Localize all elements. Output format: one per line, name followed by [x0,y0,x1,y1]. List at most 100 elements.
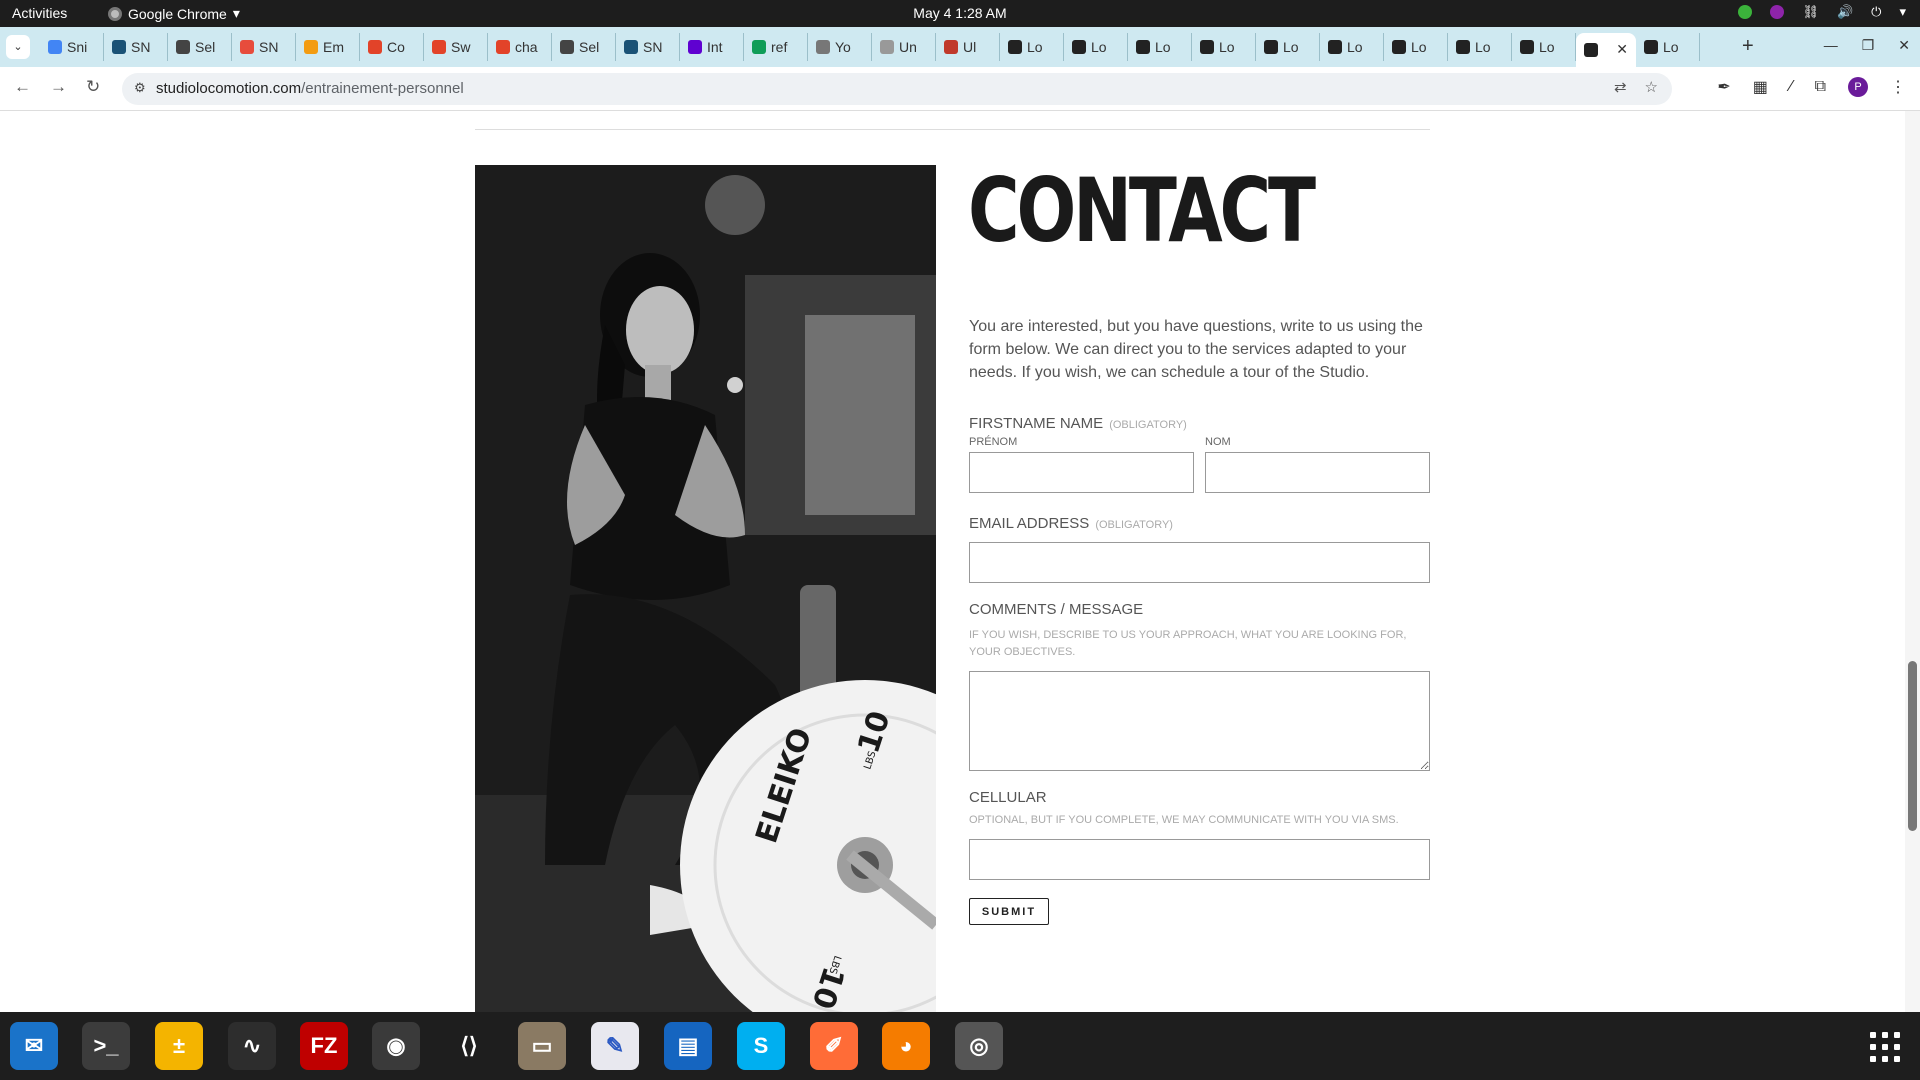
tabs-container: Sni SN Sel SN Em Co Sw cha Sel SN Int ref Yo Un Ul Lo Lo… [40,33,1700,67]
divider [475,129,1430,130]
page-scrollbar[interactable] [1905,111,1920,1012]
tab-strip: ⌄ Sni SN Sel SN Em Co Sw cha Sel SN Int ref Yo Un Ul Lo… [0,27,1920,67]
forward-button[interactable]: → [50,77,67,97]
browser-tab[interactable]: Co [360,33,424,61]
browser-tab[interactable]: Lo [1512,33,1576,61]
profile-avatar[interactable]: P [1848,77,1868,97]
scrollbar-thumb[interactable] [1908,661,1917,831]
lastname-input[interactable] [1205,452,1430,493]
pen-extension-icon[interactable]: ⁄ [1790,78,1793,96]
close-tab-icon[interactable]: ✕ [1616,41,1628,58]
browser-tab[interactable]: SN [616,33,680,61]
required-note: (OBLIGATORY) [1109,419,1187,431]
firstname-sublabel: PRÉNOM [969,436,1018,448]
browser-tab[interactable]: Sel [552,33,616,61]
restore-button[interactable]: ❐ [1862,37,1875,54]
calendar-extension-icon[interactable]: ▦ [1753,77,1768,97]
locomotion-icon [1392,40,1406,54]
browser-tab[interactable]: Lo [1384,33,1448,61]
locomotion-icon [1644,40,1658,54]
tab-search-button[interactable]: ⌄ [6,35,30,59]
browser-tab[interactable]: Lo [1128,33,1192,61]
browser-tab[interactable]: Lo [1192,33,1256,61]
comments-textarea[interactable] [969,671,1430,771]
browser-tab[interactable]: Lo [1320,33,1384,61]
chrome-icon[interactable]: ◉ [372,1022,420,1070]
site-info-icon[interactable]: ⚙ [134,80,146,96]
tab-label: SN [259,39,279,55]
browser-tab[interactable]: Sni [40,33,104,61]
globe-icon [560,40,574,54]
extension-tray-icon[interactable] [1770,5,1785,19]
translate-icon[interactable]: ⇄ [1614,78,1627,96]
browser-tab[interactable]: Lo [1000,33,1064,61]
network-icon[interactable]: ⛓ [1802,4,1819,20]
more-menu-icon[interactable]: ⋮ [1890,77,1906,97]
browser-tab[interactable]: Ul [936,33,1000,61]
tab-label: Lo [1091,39,1107,55]
yahoo-icon [688,40,702,54]
minimize-button[interactable]: — [1824,37,1838,54]
browser-tab[interactable]: Yo [808,33,872,61]
locomotion-icon [1520,40,1534,54]
disk-icon[interactable]: ◎ [955,1022,1003,1070]
volume-icon[interactable]: 🔊 [1837,4,1853,20]
power-icon[interactable]: ⏻ [1871,4,1881,20]
system-tray[interactable]: ⛓ 🔊 ⏻ ▾ [1738,4,1906,20]
terminal-icon[interactable]: >_ [82,1022,130,1070]
new-tab-button[interactable]: + [1742,35,1754,58]
browser-tab[interactable]: Lo [1064,33,1128,61]
url-text[interactable]: studiolocomotion.com/entrainement-person… [156,80,464,97]
cellular-input[interactable] [969,839,1430,880]
browser-tab[interactable]: cha [488,33,552,61]
blender-icon[interactable]: ◕ [882,1022,930,1070]
browser-tab[interactable]: Sw [424,33,488,61]
text-editor-icon[interactable]: ✎ [591,1022,639,1070]
email-input[interactable] [969,542,1430,583]
browser-tab[interactable]: Lo [1448,33,1512,61]
tab-label: Lo [1155,39,1171,55]
thunderbird-icon[interactable]: ✉ [10,1022,58,1070]
tab-label: Co [387,39,405,55]
web-page: ELEIKO 10 LBS 10 LBS CONTACT You are int… [0,111,1905,1012]
browser-tab[interactable]: Em [296,33,360,61]
cellular-label: CELLULAR [969,789,1047,806]
firstname-input[interactable] [969,452,1194,493]
locomotion-icon [1200,40,1214,54]
submit-button[interactable]: SUBMIT [969,898,1049,925]
browser-tab-active[interactable]: ✕ [1576,33,1636,67]
address-bar[interactable]: ⚙ studiolocomotion.com/entrainement-pers… [122,73,1672,105]
tab-label: Lo [1283,39,1299,55]
skype-icon[interactable]: S [737,1022,785,1070]
vscode-icon[interactable]: ⟨⟩ [445,1022,493,1070]
back-button[interactable]: ← [14,77,31,97]
globe-icon [176,40,190,54]
browser-tab[interactable]: Un [872,33,936,61]
extensions-puzzle-icon[interactable]: ⧉ [1815,78,1826,96]
chevron-down-icon[interactable]: ▾ [1899,4,1906,20]
filezilla-icon[interactable]: FZ [300,1022,348,1070]
browser-tab[interactable]: Lo [1256,33,1320,61]
close-window-button[interactable]: ✕ [1898,37,1910,54]
emoji-icon [304,40,318,54]
postman-icon[interactable]: ✐ [810,1022,858,1070]
reload-button[interactable]: ↻ [86,77,100,97]
browser-tab[interactable]: Sel [168,33,232,61]
show-apps-grid-icon[interactable] [1870,1032,1900,1062]
clock[interactable]: May 4 1:28 AM [0,5,1920,21]
system-monitor-icon[interactable]: ∿ [228,1022,276,1070]
browser-tab[interactable]: ref [744,33,808,61]
writer-icon[interactable]: ▤ [664,1022,712,1070]
shield-icon[interactable] [1738,5,1753,19]
window-controls: — ❐ ✕ [1824,37,1910,54]
bookmark-star-icon[interactable]: ☆ [1645,78,1658,96]
tab-label: Em [323,39,344,55]
browser-tab[interactable]: Lo [1636,33,1700,61]
locomotion-icon [1264,40,1278,54]
browser-tab[interactable]: Int [680,33,744,61]
files-icon[interactable]: ▭ [518,1022,566,1070]
browser-tab[interactable]: SN [232,33,296,61]
calculator-icon[interactable]: ± [155,1022,203,1070]
eyedropper-extension-icon[interactable]: ✒ [1717,77,1730,97]
browser-tab[interactable]: SN [104,33,168,61]
